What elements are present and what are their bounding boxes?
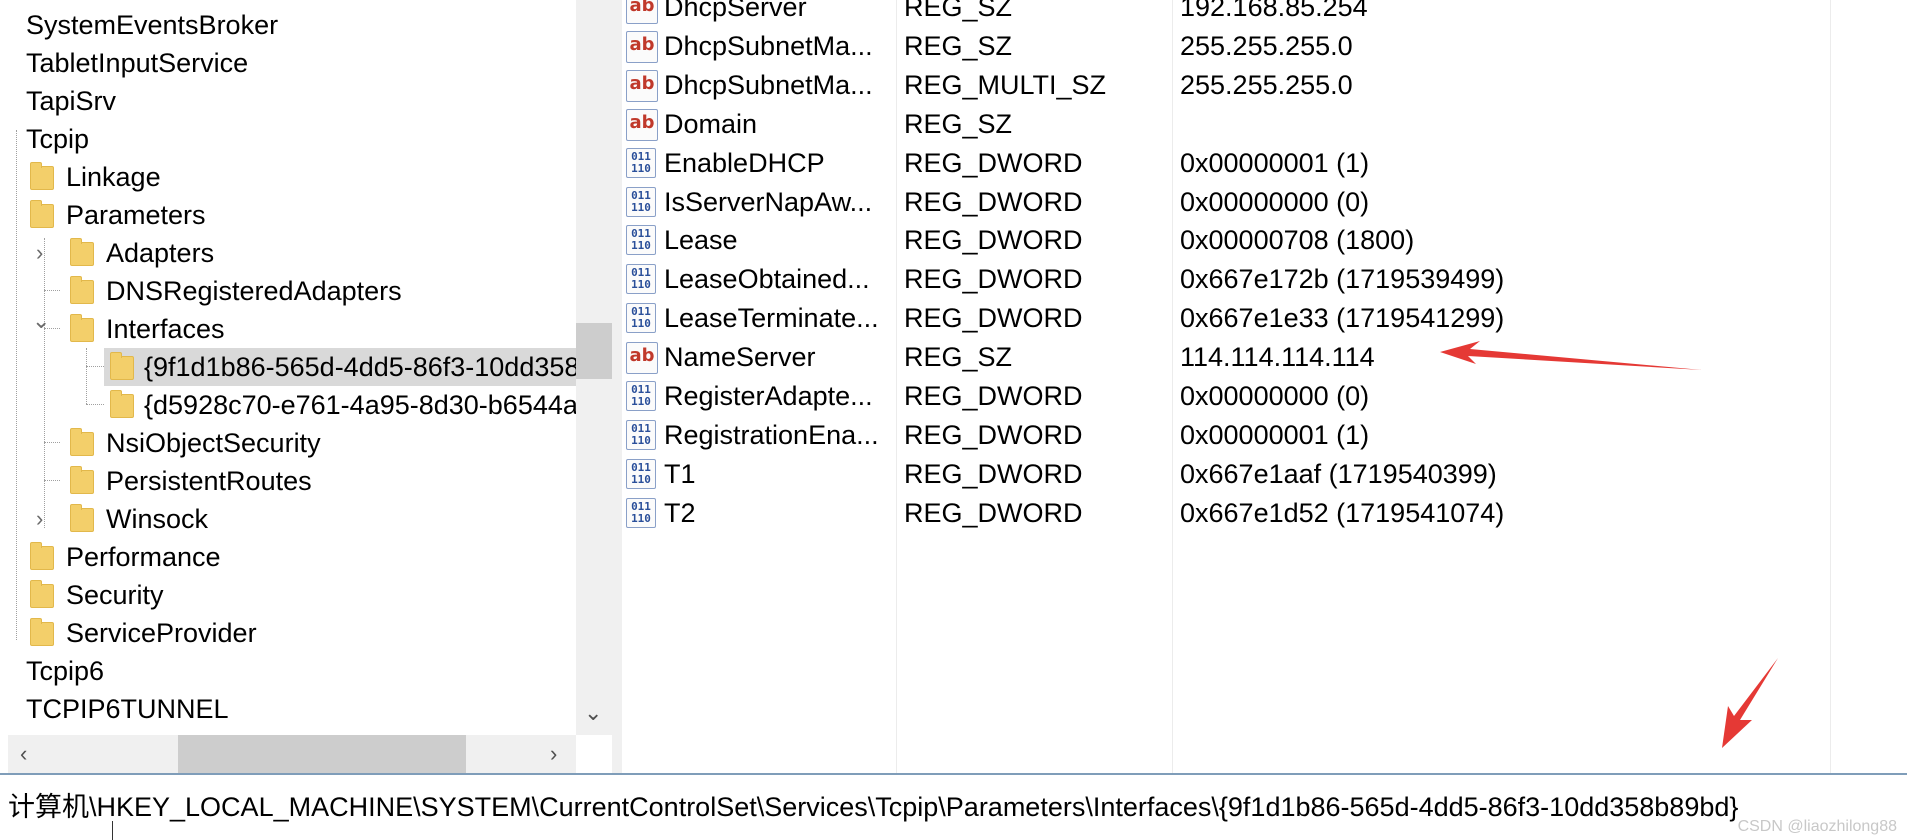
annotation-arrow-statusbar — [1722, 658, 1778, 748]
annotation-arrow-nameserver — [1440, 341, 1702, 370]
annotation-arrows — [1440, 341, 1778, 748]
